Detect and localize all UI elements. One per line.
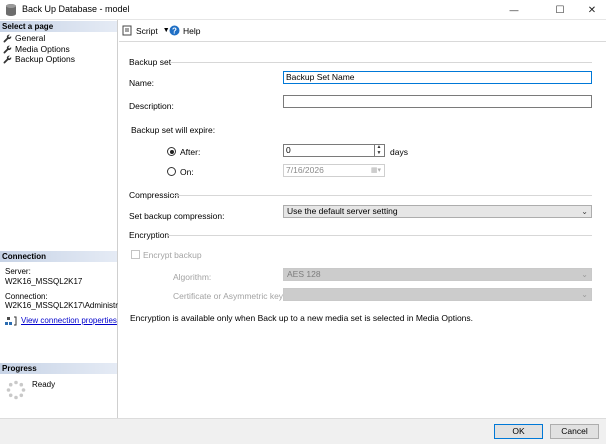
page-item-label: General [15,33,46,43]
close-button[interactable]: ✕ [574,0,606,20]
progress-status: Ready [32,380,56,389]
wrench-icon [3,45,12,54]
help-button[interactable]: ? Help [169,25,200,36]
left-pane: Select a page General Media Options Back… [0,20,118,418]
compression-group-label: Compression [129,190,180,200]
footer-bar: OK Cancel [0,418,606,444]
algorithm-select: AES 128 ⌄ [283,268,592,281]
database-icon [6,4,16,16]
compression-value: Use the default server setting [287,206,398,216]
after-label: After: [180,147,201,157]
window-title: Back Up Database - model [22,4,130,14]
after-days-value: 0 [286,145,291,155]
toolbar: Script ▼ ? Help [119,20,606,42]
algorithm-label: Algorithm: [173,272,212,282]
help-icon: ? [169,25,180,36]
minimize-button[interactable]: — [496,0,532,20]
server-label: Server: [5,267,31,276]
on-date-picker: 7/16/2026 ▦▾ [283,164,385,177]
on-label: On: [180,167,194,177]
progress-header: Progress [0,363,117,374]
connection-properties-icon [5,316,17,326]
server-value: W2K16_MSSQL2K17 [5,277,83,286]
encrypt-checkbox[interactable] [131,250,140,259]
name-input[interactable]: Backup Set Name [283,71,592,84]
wrench-icon [3,55,12,64]
script-icon [122,25,132,36]
after-radio[interactable] [167,147,176,156]
algorithm-value: AES 128 [287,269,321,279]
encryption-note: Encryption is available only when Back u… [130,313,474,323]
on-radio[interactable] [167,167,176,176]
name-label: Name: [129,78,155,88]
chevron-down-icon: ⌄ [581,270,588,279]
script-label: Script [136,25,158,36]
compression-select[interactable]: Use the default server setting ⌄ [283,205,592,218]
certificate-label: Certificate or Asymmetric key: [173,291,286,301]
view-connection-properties[interactable]: View connection properties [5,316,117,326]
help-label: Help [183,25,201,36]
svg-text:?: ? [172,26,177,35]
encryption-group-label: Encryption [129,230,170,240]
days-spinner[interactable]: ▲ ▼ [374,144,383,157]
spin-down-icon[interactable]: ▼ [375,150,383,156]
chevron-down-icon: ⌄ [581,290,588,299]
spinner-icon [6,380,26,400]
description-input[interactable] [283,95,592,108]
maximize-button[interactable]: ☐ [542,0,578,20]
on-date-value: 7/16/2026 [286,165,324,175]
backup-set-divider [171,62,592,63]
expire-label: Backup set will expire: [131,125,216,135]
close-icon: ✕ [587,4,597,16]
calendar-icon: ▦▾ [370,167,381,174]
description-label: Description: [129,101,174,111]
script-button[interactable]: Script ▼ [122,25,170,36]
minimize-icon: — [509,5,519,15]
compression-label: Set backup compression: [129,211,225,221]
certificate-select: ⌄ [283,288,592,301]
page-item-general[interactable]: General [3,33,45,44]
after-days-input[interactable]: 0 [283,144,385,157]
title-bar: Back Up Database - model — ☐ ✕ [0,0,606,20]
days-label: days [390,147,408,157]
page-item-backup-options[interactable]: Backup Options [3,54,75,65]
view-connection-properties-link[interactable]: View connection properties [21,316,117,326]
page-item-label: Backup Options [15,54,76,64]
connection-header: Connection [0,251,117,262]
backup-set-group-label: Backup set [129,57,172,67]
ok-button[interactable]: OK [494,424,543,439]
encrypt-label: Encrypt backup [143,250,202,260]
compression-divider [173,195,592,196]
chevron-down-icon: ⌄ [581,207,588,216]
cancel-button[interactable]: Cancel [550,424,599,439]
select-page-header: Select a page [0,21,117,32]
connection-value: W2K16_MSSQL2K17\Administrato [5,301,118,310]
encryption-divider [167,235,592,236]
wrench-icon [3,34,12,43]
maximize-icon: ☐ [555,4,565,16]
